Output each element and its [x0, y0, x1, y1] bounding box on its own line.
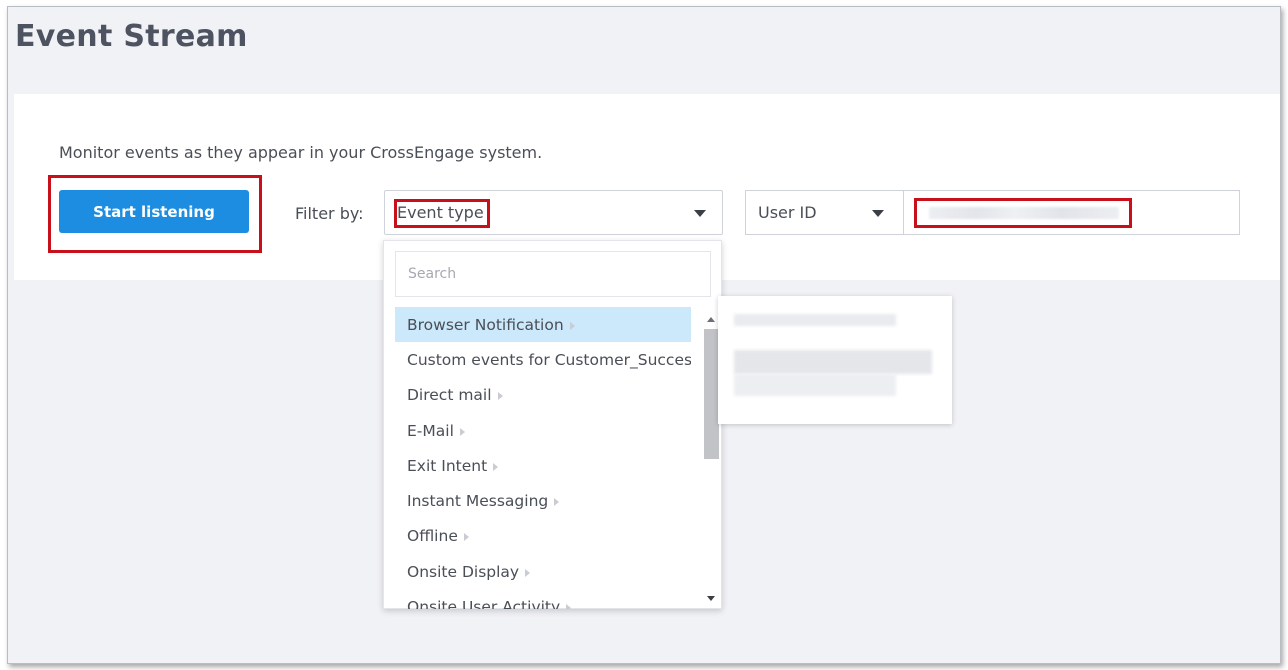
scrollbar-thumb[interactable]	[704, 329, 719, 459]
list-item-label: Offline	[407, 527, 458, 546]
chevron-right-icon	[566, 604, 572, 609]
caret-down-icon	[694, 210, 706, 217]
panel-description: Monitor events as they appear in your Cr…	[59, 143, 543, 162]
list-item-exit-intent[interactable]: Exit Intent	[395, 448, 691, 483]
caret-down-icon	[872, 210, 884, 217]
event-submenu	[718, 296, 952, 424]
list-item-instant-messaging[interactable]: Instant Messaging	[395, 483, 691, 518]
highlight-box-event-type	[394, 199, 490, 228]
filter-label: Filter by:	[295, 204, 364, 223]
list-item-email[interactable]: E-Mail	[395, 413, 691, 448]
chevron-right-icon	[554, 498, 560, 507]
chevron-right-icon	[569, 321, 575, 330]
list-item-offline[interactable]: Offline	[395, 519, 691, 554]
chevron-right-icon	[493, 462, 499, 471]
list-item-label: Onsite Display	[407, 562, 520, 581]
list-item-label: Direct mail	[407, 386, 492, 405]
list-item-label: Onsite User Activity	[407, 598, 561, 609]
highlight-box-start	[48, 175, 262, 253]
chevron-right-icon	[497, 392, 503, 401]
list-item-direct-mail[interactable]: Direct mail	[395, 378, 691, 413]
list-item-label: Exit Intent	[407, 456, 488, 475]
event-type-dropdown: Browser Notification Custom events for C…	[383, 240, 722, 609]
list-item-label: Browser Notification	[407, 315, 564, 334]
redacted-submenu-item[interactable]	[734, 374, 896, 396]
scroll-down-icon[interactable]	[707, 596, 715, 601]
list-item-label: Custom events for Customer_Success	[407, 350, 691, 369]
user-id-select-value: User ID	[758, 203, 817, 222]
list-item-custom-events[interactable]: Custom events for Customer_Success	[395, 342, 691, 377]
list-item-label: E-Mail	[407, 421, 454, 440]
highlight-box-user-id	[914, 198, 1132, 228]
redacted-submenu-item[interactable]	[734, 314, 896, 326]
dropdown-search-input[interactable]	[395, 251, 711, 297]
page-title: Event Stream	[15, 19, 248, 54]
chevron-right-icon	[459, 427, 465, 436]
list-item-label: Instant Messaging	[407, 492, 549, 511]
chevron-right-icon	[525, 568, 531, 577]
redacted-submenu-item[interactable]	[734, 350, 932, 374]
list-item-onsite-user-activity[interactable]: Onsite User Activity	[395, 589, 691, 609]
list-item-browser-notification[interactable]: Browser Notification	[395, 307, 691, 343]
scroll-up-icon[interactable]	[707, 317, 715, 322]
list-item-onsite-display[interactable]: Onsite Display	[395, 554, 691, 589]
user-id-select[interactable]: User ID	[745, 190, 904, 235]
event-type-list: Browser Notification Custom events for C…	[395, 307, 691, 609]
chevron-right-icon	[463, 533, 469, 542]
